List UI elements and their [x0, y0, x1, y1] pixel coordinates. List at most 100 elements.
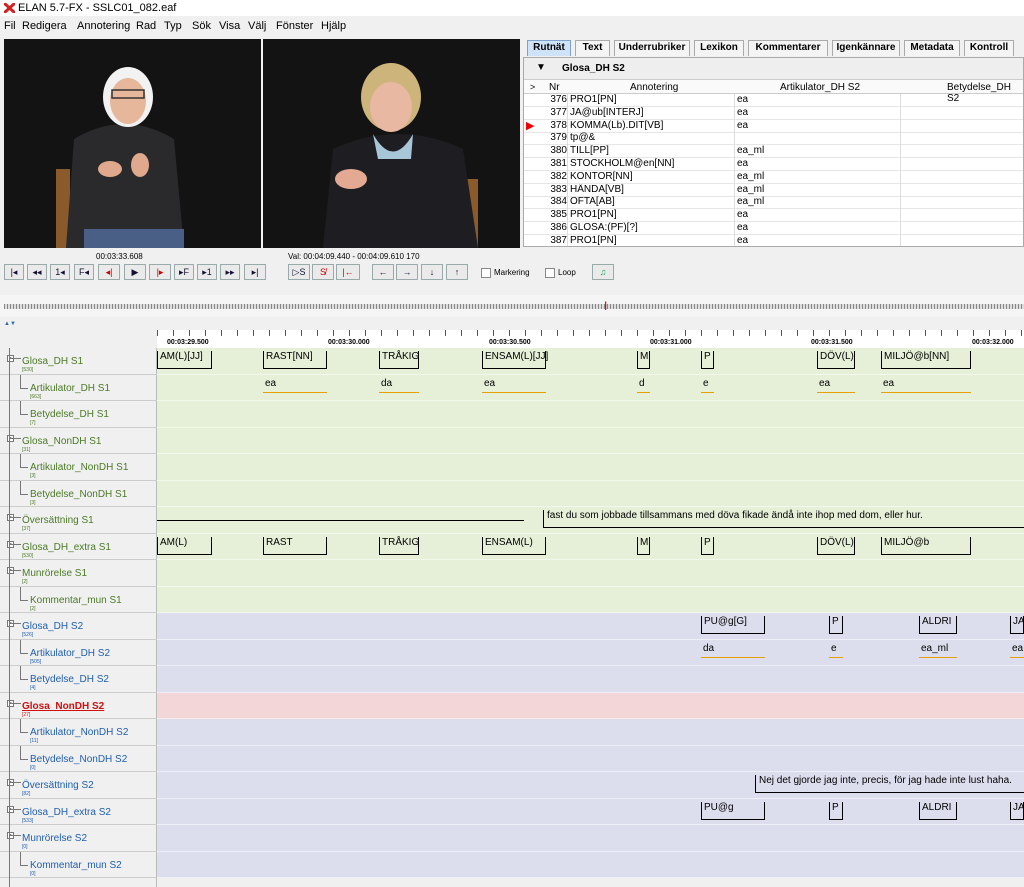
tier-dropdown-icon[interactable]: ▼ — [536, 62, 546, 73]
annotation[interactable]: M — [637, 536, 650, 555]
go-to-begin-button[interactable]: |◂ — [4, 264, 24, 280]
clear-selection-button[interactable]: S̸ — [312, 264, 334, 280]
sub-annotation[interactable]: ea — [263, 378, 327, 393]
annotation[interactable]: DÖV(L) — [817, 351, 855, 369]
tier-name[interactable]: Artikulator_DH S1 — [30, 383, 110, 394]
translation-annotation[interactable]: Nej det gjorde jag inte, precis, för jag… — [755, 775, 1024, 793]
prev-second-button[interactable]: 1◂ — [50, 264, 70, 280]
prev-pixel-button[interactable]: ◂| — [98, 264, 120, 280]
tier-row[interactable] — [157, 427, 1024, 454]
sub-annotation[interactable]: ea — [1010, 643, 1024, 658]
annotation[interactable]: ALDRI — [919, 801, 957, 820]
sub-annotation[interactable]: e — [829, 643, 843, 658]
tier-name[interactable]: Kommentar_mun S1 — [30, 595, 122, 606]
prev-frame-button[interactable]: F◂ — [74, 264, 94, 280]
sub-annotation[interactable]: da — [379, 378, 419, 393]
annotation[interactable]: RAST[NN] — [263, 351, 327, 369]
prev-frame-second-button[interactable]: ◂◂ — [27, 264, 47, 280]
zoom-icon[interactable]: ▲▼ — [4, 321, 26, 327]
timeline-overview[interactable]: I — [0, 295, 1024, 317]
tier-name[interactable]: Glosa_NonDH S2 — [22, 701, 104, 712]
grid-col-annotation[interactable]: Annotering — [630, 82, 678, 93]
tier-row[interactable]: da e ea_ml ea — [157, 639, 1024, 666]
annotation[interactable]: AM(L) — [157, 536, 212, 555]
table-row[interactable]: 384 OFTA[AB] ea_ml — [524, 196, 1023, 210]
tier-row[interactable]: PU@g[G] P ALDRI JA — [157, 613, 1024, 640]
tier-row[interactable] — [157, 586, 1024, 613]
tier-name[interactable]: Betydelse_NonDH S2 — [30, 754, 127, 765]
tab-text[interactable]: Text — [575, 40, 610, 56]
table-row[interactable]: 377 JA@ub[INTERJ] ea — [524, 106, 1023, 120]
table-row[interactable]: ▶ 378 KOMMA(Lb).DIT[VB] ea — [524, 119, 1023, 133]
menu-search[interactable]: Sök — [192, 20, 211, 32]
next-second-button[interactable]: ▸1 — [197, 264, 217, 280]
translation-annotation[interactable] — [157, 520, 524, 521]
loop-checkbox[interactable] — [545, 268, 555, 278]
tier-name[interactable]: Artikulator_DH S2 — [30, 648, 110, 659]
table-row[interactable]: 379 tp@& — [524, 132, 1023, 146]
annotation[interactable]: P — [829, 616, 843, 634]
sub-annotation[interactable]: da — [701, 643, 765, 658]
annotation[interactable]: P — [829, 801, 843, 820]
video-player-1[interactable] — [4, 39, 261, 248]
menu-select[interactable]: Välj — [248, 20, 266, 32]
tier-row[interactable] — [157, 454, 1024, 481]
menu-type[interactable]: Typ — [164, 20, 182, 32]
tier-row[interactable]: Nej det gjorde jag inte, precis, för jag… — [157, 772, 1024, 799]
menu-view[interactable]: Visa — [219, 20, 240, 32]
tier-row[interactable] — [157, 825, 1024, 852]
annotation[interactable]: AM(L)[JJ] — [157, 351, 212, 369]
next-button[interactable]: ▸▸ — [220, 264, 240, 280]
tier-name[interactable]: Glosa_DH_extra S1 — [22, 542, 111, 553]
sub-annotation[interactable]: ea — [881, 378, 971, 393]
annotation[interactable]: RAST — [263, 536, 327, 555]
tier-name[interactable]: Munrörelse S1 — [22, 568, 87, 579]
annotation[interactable]: MILJÖ@b — [881, 536, 971, 555]
annotation[interactable]: ALDRI — [919, 616, 957, 634]
sub-annotation[interactable]: d — [637, 378, 650, 393]
table-row[interactable]: 380 TILL[PP] ea_ml — [524, 145, 1023, 159]
table-row[interactable]: 376 PRO1[PN] ea — [524, 94, 1023, 107]
play-selection-button[interactable]: ▷S — [288, 264, 310, 280]
grid-tier-name[interactable]: Glosa_DH S2 — [562, 63, 625, 74]
play-button[interactable]: ▶ — [124, 264, 146, 280]
selection-mode-button[interactable]: |← — [336, 264, 360, 280]
menu-annotation[interactable]: Annotering — [77, 20, 130, 32]
tier-row[interactable] — [157, 560, 1024, 587]
tier-name[interactable]: Glosa_DH S1 — [22, 356, 83, 367]
sub-annotation[interactable]: e — [701, 378, 714, 393]
tier-row[interactable] — [157, 851, 1024, 878]
go-to-end-button[interactable]: ▸| — [244, 264, 266, 280]
sub-annotation[interactable]: ea_ml — [919, 643, 957, 658]
tier-row[interactable] — [157, 719, 1024, 746]
tab-lexicon[interactable]: Lexikon — [694, 40, 744, 56]
tab-subtitles[interactable]: Underrubriker — [614, 40, 690, 56]
video-player-2[interactable] — [263, 39, 520, 248]
menu-window[interactable]: Fönster — [276, 20, 313, 32]
tier-row[interactable]: ea da ea d e ea ea — [157, 374, 1024, 401]
tier-name[interactable]: Artikulator_NonDH S1 — [30, 462, 128, 473]
annotation[interactable]: MILJÖ@b[NN] — [881, 351, 971, 369]
tier-row[interactable]: fast du som jobbade tillsammans med döva… — [157, 507, 1024, 534]
tab-controls[interactable]: Kontroll — [964, 40, 1014, 56]
menu-file[interactable]: Fil — [4, 20, 16, 32]
overview-cursor-icon[interactable]: I — [604, 299, 607, 313]
table-row[interactable]: 381 STOCKHOLM@en[NN] ea — [524, 158, 1023, 171]
tab-recognizers[interactable]: Igenkännare — [832, 40, 900, 56]
tier-down-button[interactable]: ↓ — [421, 264, 443, 280]
table-row[interactable]: 383 HÄNDA[VB] ea_ml — [524, 183, 1023, 197]
prev-annotation-button[interactable]: ← — [372, 264, 394, 280]
table-row[interactable]: 386 GLOSA:(PF)[?] ea — [524, 222, 1023, 235]
menu-tier[interactable]: Rad — [136, 20, 156, 32]
annotation[interactable]: ENSAM(L) — [482, 536, 546, 555]
annotation[interactable]: JA — [1010, 801, 1024, 820]
table-row[interactable]: 385 PRO1[PN] ea — [524, 209, 1023, 223]
tier-name[interactable]: Betydelse_NonDH S1 — [30, 489, 127, 500]
tab-metadata[interactable]: Metadata — [904, 40, 960, 56]
tier-name[interactable]: Glosa_DH S2 — [22, 621, 83, 632]
translation-annotation[interactable]: fast du som jobbade tillsammans med döva… — [543, 510, 1024, 528]
next-pixel-button[interactable]: |▸ — [149, 264, 171, 280]
next-annotation-button[interactable]: → — [396, 264, 418, 280]
sub-annotation[interactable]: ea — [482, 378, 546, 393]
tier-row[interactable]: PU@g P ALDRI JA — [157, 798, 1024, 825]
